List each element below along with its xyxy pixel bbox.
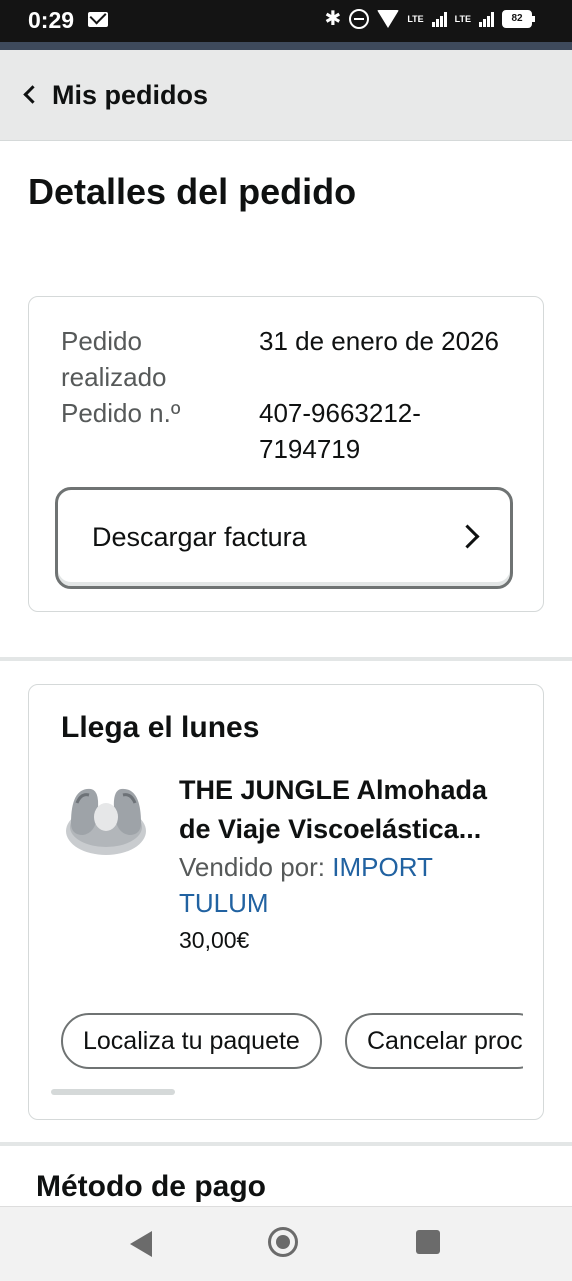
system-nav-bar [0, 1206, 572, 1281]
order-summary-card: Pedido realizado 31 de enero de 2026 Ped… [28, 296, 544, 612]
page-title: Detalles del pedido [28, 171, 357, 212]
nav-back-icon[interactable] [130, 1231, 152, 1257]
nav-recents-icon[interactable] [416, 1230, 440, 1254]
nav-home-icon[interactable] [268, 1227, 298, 1257]
order-number-label: Pedido n.º [61, 398, 181, 428]
status-time: 0:29 [28, 7, 75, 33]
track-package-button[interactable]: Localiza tu paquete [61, 1013, 322, 1069]
status-icons: ✱ LTE LTE 82 [324, 8, 535, 30]
product-title[interactable]: THE JUNGLE Almohada de Viaje Viscoelásti… [179, 771, 519, 849]
section-divider [0, 1142, 572, 1146]
shipment-card: Llega el lunes THE JUNGLE Almohada de Vi… [28, 684, 544, 1120]
back-link[interactable]: Mis pedidos [52, 80, 208, 111]
seller-info: Vendido por: IMPORT TULUM [179, 849, 499, 921]
mail-icon [88, 12, 108, 27]
action-chips: Localiza tu paquete Cancelar proc [61, 1013, 523, 1073]
cancel-product-button[interactable]: Cancelar proc [345, 1013, 523, 1069]
chevron-right-icon [455, 524, 480, 549]
lte-label-2: LTE [454, 14, 471, 24]
signal-icon [431, 11, 447, 27]
signal-icon [479, 11, 494, 27]
product-price: 30,00€ [179, 927, 250, 953]
delivery-heading: Llega el lunes [61, 711, 260, 744]
section-divider [0, 657, 572, 661]
order-number-value: 407-9663212-7194719 [259, 398, 421, 464]
bluetooth-icon: ✱ [324, 8, 342, 30]
top-nav: Mis pedidos [0, 50, 572, 141]
download-invoice-label: Descargar factura [92, 522, 307, 552]
download-invoice-button[interactable]: Descargar factura [55, 487, 513, 589]
horizontal-scrollbar[interactable] [51, 1089, 175, 1095]
lte-label-1: LTE [407, 14, 424, 24]
product-thumbnail[interactable] [61, 773, 151, 863]
status-bar: 0:29 ✱ LTE LTE 82 [0, 0, 572, 42]
dnd-icon [349, 9, 370, 29]
header-accent-strip [0, 42, 572, 50]
order-placed-value: 31 de enero de 2026 [259, 326, 499, 356]
seller-prefix: Vendido por: [179, 852, 326, 882]
order-placed-label: Pedido realizado [61, 326, 167, 392]
chevron-left-icon[interactable] [23, 85, 42, 104]
payment-method-heading: Método de pago [36, 1170, 266, 1203]
wifi-icon [377, 10, 400, 28]
battery-icon: 82 [502, 10, 535, 28]
